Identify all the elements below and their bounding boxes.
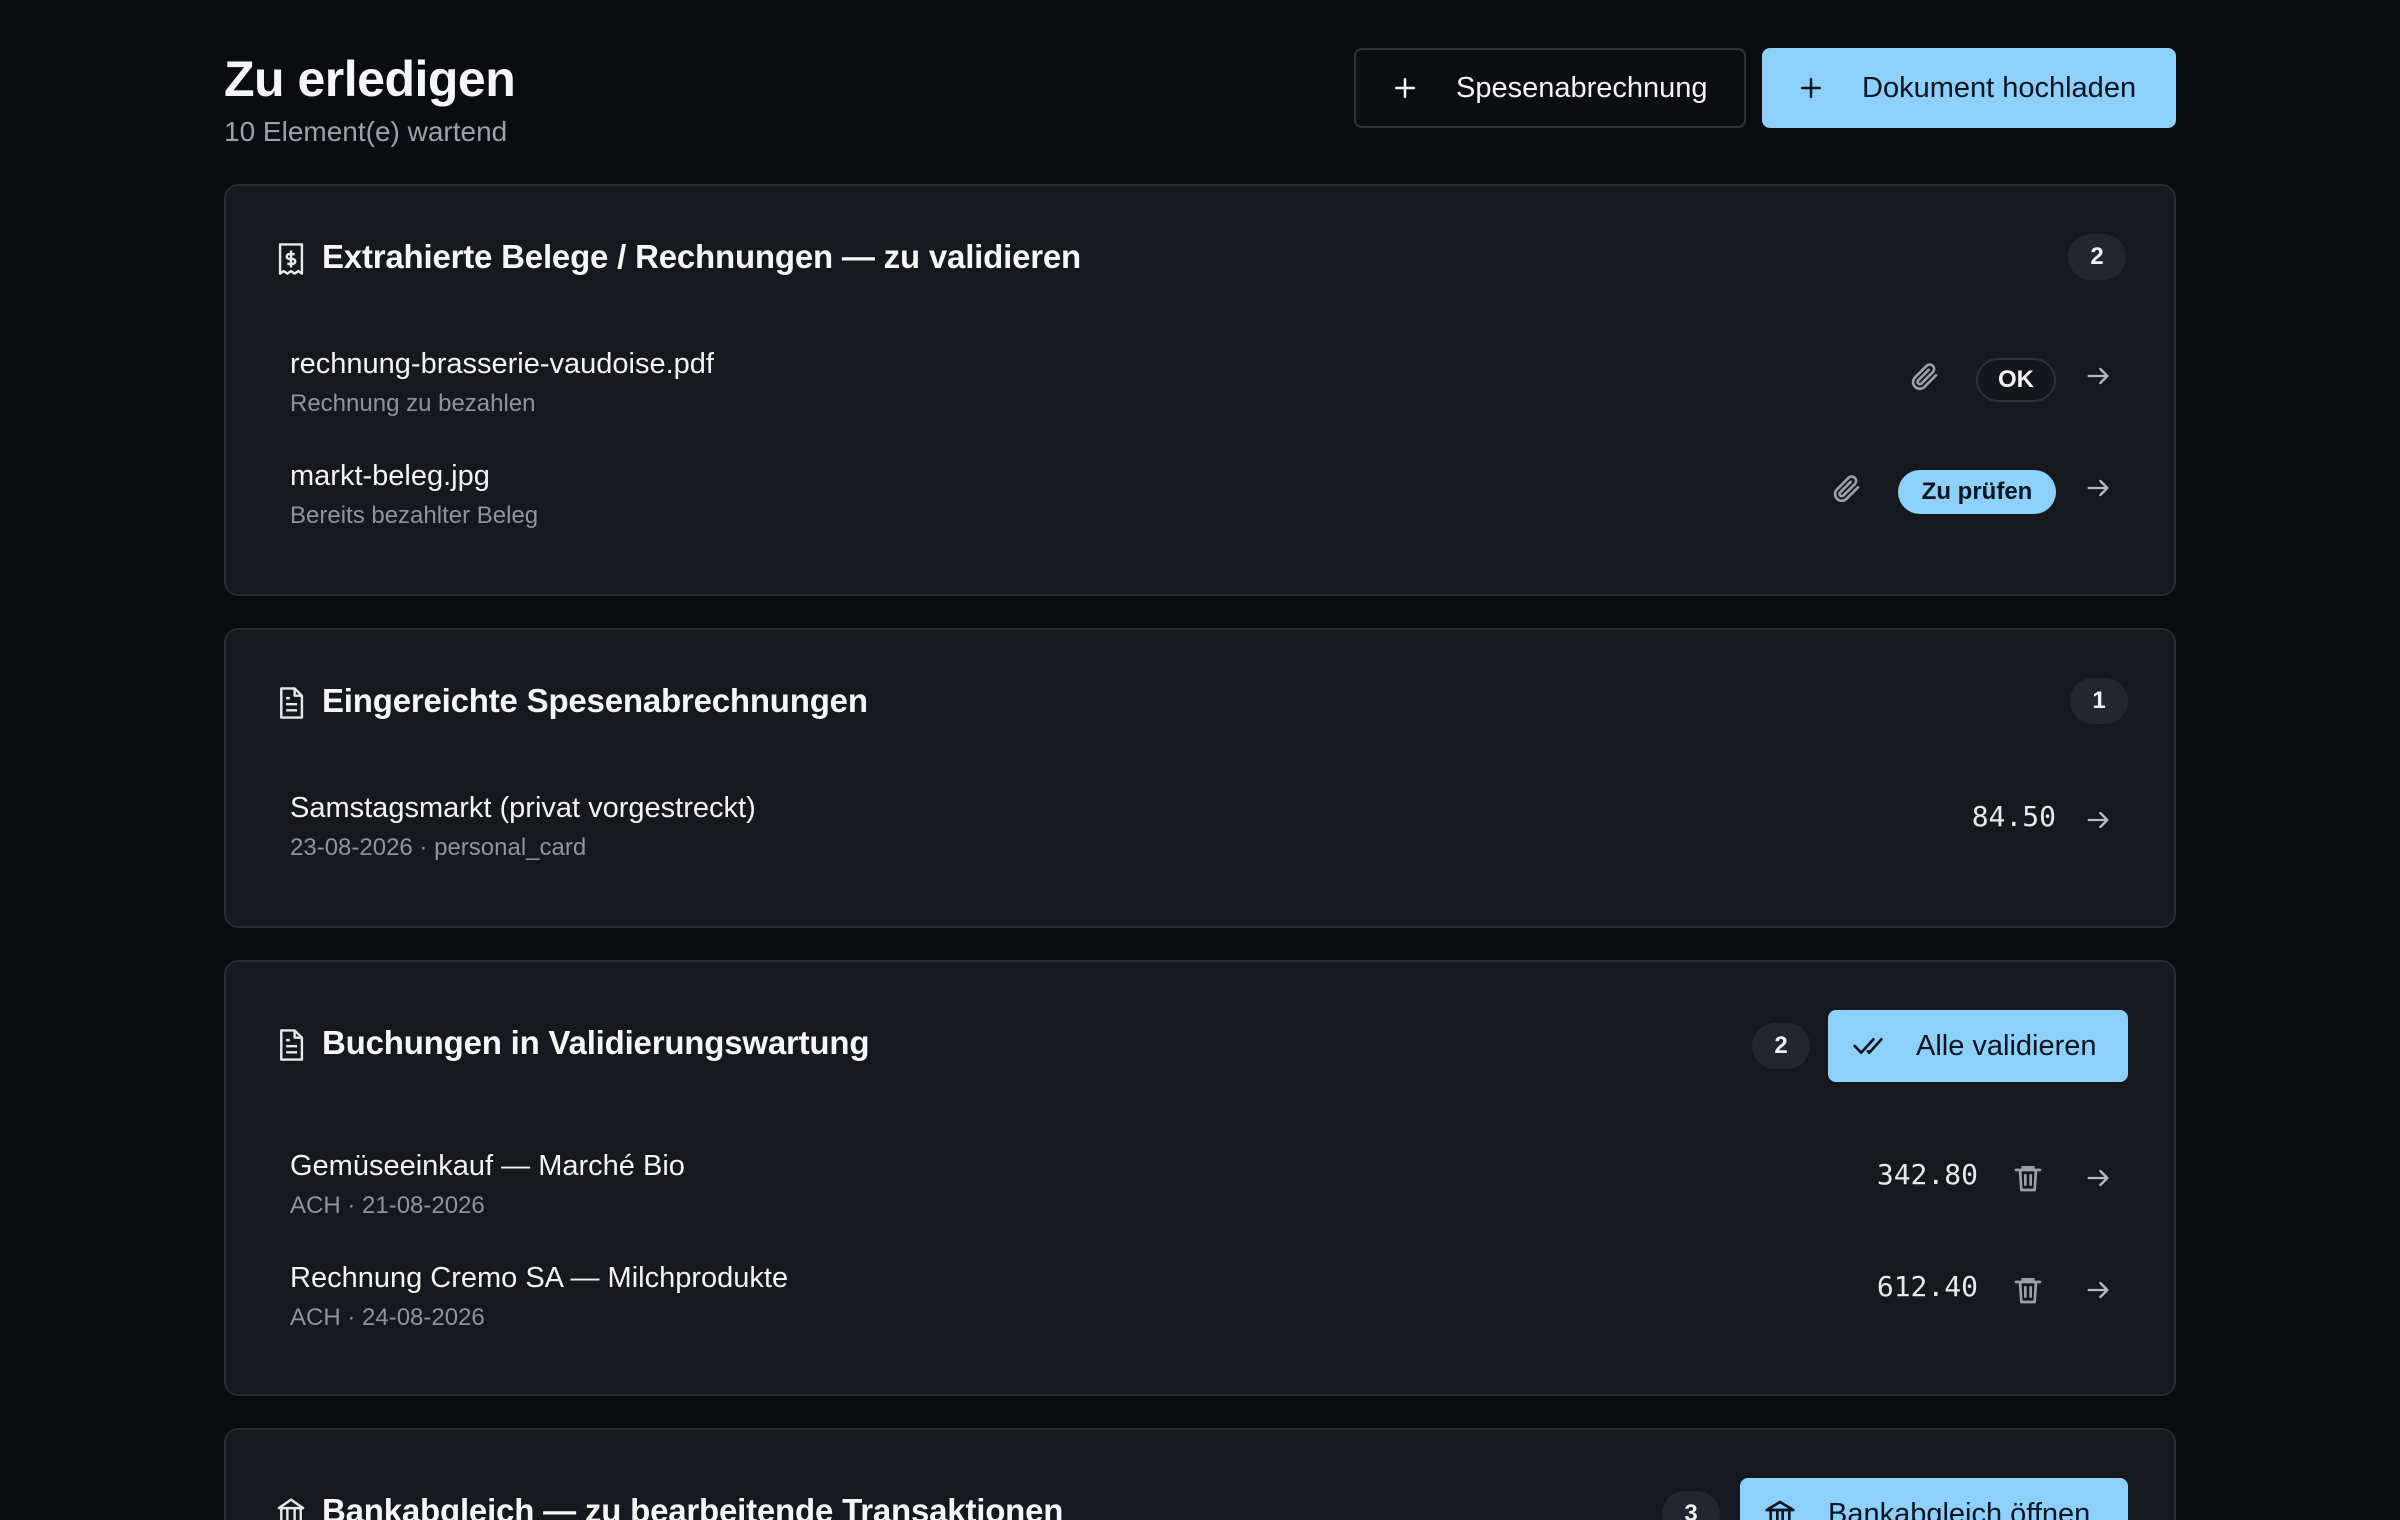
trash-icon[interactable] xyxy=(2012,1274,2044,1306)
validate-all-label: Alle validieren xyxy=(1916,1029,2097,1062)
arrow-right-icon[interactable] xyxy=(2084,362,2112,390)
todo-page: Zu erledigen 10 Element(e) wartend Spese… xyxy=(224,0,2176,1520)
list-item[interactable]: rechnung-brasserie-vaudoise.pdf Rechnung… xyxy=(226,348,2174,460)
trash-icon[interactable] xyxy=(2012,1162,2044,1194)
section-title: Extrahierte Belege / Rechnungen — zu val… xyxy=(322,238,1081,275)
item-subtitle: Rechnung zu bezahlen xyxy=(290,390,536,417)
section-bank-reconciliation: Bankabgleich — zu bearbeitende Transakti… xyxy=(224,1428,2176,1520)
section-title: Buchungen in Validierungswartung xyxy=(322,1024,870,1061)
list-item[interactable]: markt-beleg.jpg Bereits bezahlter Beleg … xyxy=(226,460,2174,572)
status-badge: Zu prüfen xyxy=(1898,470,2056,514)
upload-document-button[interactable]: Dokument hochladen xyxy=(1762,48,2176,128)
item-amount: 612.40 xyxy=(1876,1270,1978,1303)
item-title: Rechnung Cremo SA — Milchprodukte xyxy=(290,1262,789,1294)
item-subtitle: ACH · 21-08-2026 xyxy=(290,1192,485,1219)
new-expense-report-label: Spesenabrechnung xyxy=(1456,71,1708,104)
item-subtitle: Bereits bezahlter Beleg xyxy=(290,502,539,529)
count-badge: 2 xyxy=(2068,234,2126,280)
list-item[interactable]: Gemüseeinkauf — Marché Bio ACH · 21-08-2… xyxy=(226,1150,2174,1262)
page-subtitle: 10 Element(e) wartend xyxy=(224,116,508,147)
arrow-right-icon[interactable] xyxy=(2084,474,2112,502)
bank-icon xyxy=(277,1498,305,1520)
item-subtitle: 23-08-2026 · personal_card xyxy=(290,834,587,861)
plus-icon xyxy=(1395,78,1415,98)
count-badge: 2 xyxy=(1752,1023,1810,1069)
document-icon xyxy=(280,687,304,719)
item-title: Samstagsmarkt (privat vorgestreckt) xyxy=(290,792,756,824)
plus-icon xyxy=(1801,78,1821,98)
open-bank-reconciliation-label: Bankabgleich öffnen xyxy=(1828,1497,2091,1520)
paperclip-icon[interactable] xyxy=(1830,472,1862,504)
section-bookings-pending-validation: Buchungen in Validierungswartung 2 Alle … xyxy=(224,960,2176,1396)
item-subtitle: ACH · 24-08-2026 xyxy=(290,1304,485,1331)
section-header: Bankabgleich — zu bearbeitende Transakti… xyxy=(226,1430,2174,1520)
section-title: Bankabgleich — zu bearbeitende Transakti… xyxy=(322,1492,1064,1520)
count-badge: 3 xyxy=(1662,1491,1720,1520)
arrow-right-icon[interactable] xyxy=(2084,1164,2112,1192)
bank-icon xyxy=(1765,1500,1795,1520)
section-extracted-receipts: Extrahierte Belege / Rechnungen — zu val… xyxy=(224,184,2176,596)
item-amount: 342.80 xyxy=(1876,1158,1978,1191)
new-expense-report-button[interactable]: Spesenabrechnung xyxy=(1354,48,1746,128)
page-title: Zu erledigen xyxy=(224,51,516,107)
status-badge: OK xyxy=(1976,358,2056,402)
item-title: rechnung-brasserie-vaudoise.pdf xyxy=(290,348,714,380)
section-header: Eingereichte Spesenabrechnungen 1 xyxy=(226,630,2174,776)
list-item[interactable]: Rechnung Cremo SA — Milchprodukte ACH · … xyxy=(226,1262,2174,1374)
page-header: Zu erledigen 10 Element(e) wartend Spese… xyxy=(224,44,2176,154)
arrow-right-icon[interactable] xyxy=(2084,1276,2112,1304)
double-check-icon xyxy=(1853,1038,1883,1054)
arrow-right-icon[interactable] xyxy=(2084,806,2112,834)
document-icon xyxy=(280,1029,304,1061)
validate-all-button[interactable]: Alle validieren xyxy=(1828,1010,2128,1082)
section-title: Eingereichte Spesenabrechnungen xyxy=(322,682,868,719)
section-header: Extrahierte Belege / Rechnungen — zu val… xyxy=(226,186,2174,332)
section-submitted-expense-reports: Eingereichte Spesenabrechnungen 1 Samsta… xyxy=(224,628,2176,928)
list-item[interactable]: Samstagsmarkt (privat vorgestreckt) 23-0… xyxy=(226,792,2174,904)
count-badge: 1 xyxy=(2070,678,2128,724)
item-title: markt-beleg.jpg xyxy=(290,460,490,492)
receipt-icon xyxy=(278,243,304,275)
item-amount: 84.50 xyxy=(1971,800,2056,833)
section-header: Buchungen in Validierungswartung 2 Alle … xyxy=(226,962,2174,1108)
paperclip-icon[interactable] xyxy=(1908,360,1940,392)
upload-document-label: Dokument hochladen xyxy=(1862,71,2137,104)
item-title: Gemüseeinkauf — Marché Bio xyxy=(290,1150,685,1182)
open-bank-reconciliation-button[interactable]: Bankabgleich öffnen xyxy=(1740,1478,2128,1520)
